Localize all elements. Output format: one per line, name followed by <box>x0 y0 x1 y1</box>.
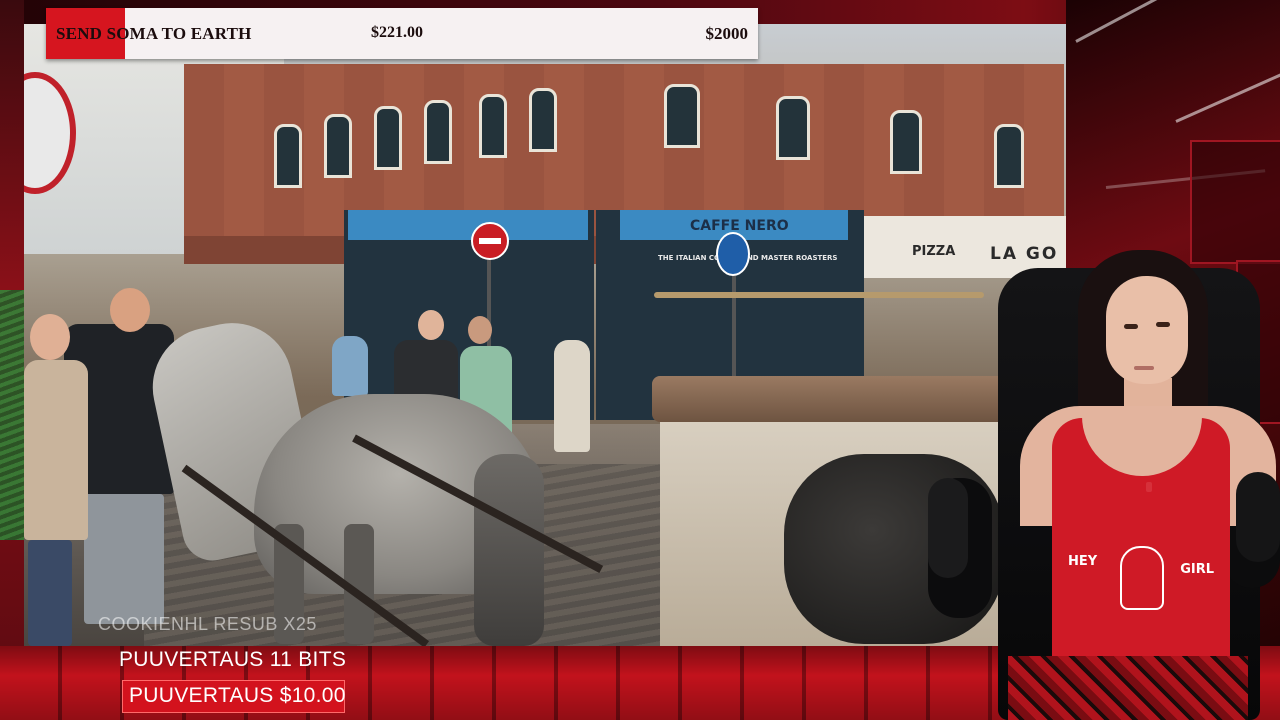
alert-fading: COOKIENHL RESUB X25 <box>98 614 317 634</box>
shirt-print: HEY GIRL <box>1068 546 1218 616</box>
building-window <box>424 100 452 164</box>
pedestrian-head <box>30 314 70 360</box>
light-strip <box>1175 55 1280 123</box>
pedestrian-head <box>110 288 150 332</box>
alert-bits: PUUVERTAUS 11 BITS <box>119 648 347 671</box>
pedestrian <box>24 360 88 540</box>
streamer-eye <box>1124 324 1138 329</box>
no-entry-sign <box>471 222 509 260</box>
goal-current-amount: $221.00 <box>371 24 423 41</box>
streamer-mouth <box>1134 366 1154 370</box>
building-window <box>324 114 352 178</box>
goal-title: SEND SOMA TO EARTH <box>56 24 252 43</box>
pedestrian-head <box>418 310 444 340</box>
shirt-figure <box>1120 546 1164 610</box>
building-window <box>274 124 302 188</box>
pedestrian-legs <box>28 540 72 646</box>
horse-tail <box>474 454 544 646</box>
streamer-eye <box>1156 322 1170 327</box>
microphone-left <box>928 478 968 578</box>
building-window <box>479 94 507 158</box>
building-window <box>374 106 402 170</box>
alert-donation-box: PUUVERTAUS $10.00 <box>122 680 345 713</box>
pedestrian-legs <box>84 494 164 624</box>
microphone-right <box>1236 472 1280 562</box>
building-window <box>776 96 810 160</box>
shirt-text-girl: GIRL <box>1180 562 1214 577</box>
building-window <box>664 84 700 148</box>
shirt-text-hey: HEY <box>1068 554 1098 569</box>
plaid-skirt <box>1008 656 1248 720</box>
webcam-overlay: HEY GIRL <box>928 246 1280 720</box>
donation-goal-bar: SEND SOMA TO EARTH $221.00 $2000 <box>46 8 758 59</box>
shop-sign <box>348 210 588 240</box>
building-window <box>529 88 557 152</box>
pedestrian-head <box>468 316 492 344</box>
goal-target-amount: $2000 <box>705 24 749 43</box>
building-window <box>890 110 922 174</box>
alert-donation-text: PUUVERTAUS $10.00 <box>129 684 346 707</box>
one-way-sign <box>716 232 750 276</box>
pedestrian <box>332 336 368 396</box>
necklace-pendant <box>1146 482 1152 492</box>
light-strip <box>1075 0 1280 43</box>
shop-sign-text: CAFFE NERO <box>690 218 789 234</box>
building-window <box>994 124 1024 188</box>
pedestrian <box>554 340 590 452</box>
fern-decoration <box>0 290 26 540</box>
main-video[interactable]: CAFFE NERO THE ITALIAN COFFEE AND MASTER… <box>24 24 1066 646</box>
